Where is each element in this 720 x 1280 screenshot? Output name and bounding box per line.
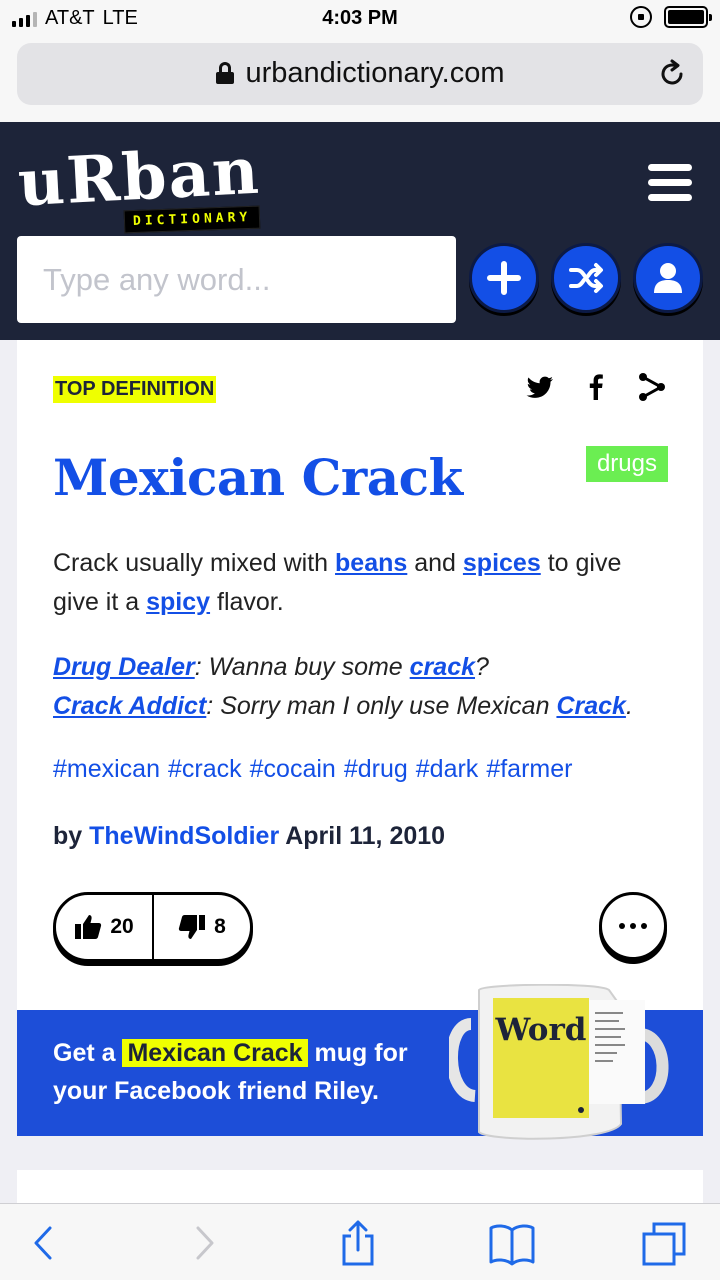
mug-promo-word: Mexican Crack [122,1039,308,1067]
hashtag-list: #mexican #crack #cocain #drug #dark #farmer [53,755,580,784]
twitter-icon[interactable] [525,372,555,402]
example-link-drug-dealer[interactable]: Drug Dealer [53,653,195,681]
definition-meaning: Crack usually mixed with beans and spice… [53,544,663,622]
tabs-icon [642,1222,686,1266]
account-button[interactable] [633,243,703,313]
example-line: Drug Dealer: Wanna buy some crack? [53,648,673,687]
status-right [630,6,712,28]
browser-bar: urbandictionary.com [0,40,720,122]
mug-image: Word [449,984,669,1140]
hashtag-link[interactable]: #drug [344,755,408,783]
back-button[interactable] [20,1220,68,1266]
category-tag[interactable]: drugs [585,446,668,482]
example-text: . [625,692,633,720]
downvote-count: 8 [214,915,226,938]
status-time: 4:03 PM [322,7,398,29]
share-button[interactable] [334,1220,382,1266]
top-definition-label: TOP DEFINITION [53,376,217,403]
definition-card: TOP DEFINITION drugs Mexican Crack Crack… [17,340,703,1140]
more-options-button[interactable] [599,892,667,960]
hashtag-link[interactable]: #cocain [250,755,336,783]
search-input[interactable] [17,236,456,323]
reload-icon[interactable] [657,59,687,89]
forward-icon [196,1226,214,1260]
mug-word-text: Word [495,1012,587,1048]
facebook-icon[interactable] [581,372,611,402]
word-title[interactable]: Mexican Crack [53,448,463,507]
battery-icon [664,6,712,28]
back-icon [34,1226,52,1260]
example-link-crack-addict[interactable]: Crack Addict [53,692,206,720]
example-link-crack[interactable]: crack [410,653,475,681]
meaning-link-spicy[interactable]: spicy [146,588,210,616]
rotation-lock-icon [630,6,652,28]
meaning-text: Crack usually mixed with [53,549,336,577]
mug-promo-text: Get a Mexican Crack mug for your Faceboo… [53,1034,433,1110]
url-text: urbandictionary.com [245,57,505,89]
mug-promo-banner[interactable]: Get a Mexican Crack mug for your Faceboo… [17,984,703,1140]
definition-example: Drug Dealer: Wanna buy some crack? Crack… [53,648,673,726]
example-text: : Sorry man I only use Mexican [206,692,557,720]
address-bar[interactable]: urbandictionary.com [17,43,703,105]
contributor-line: by TheWindSoldier April 11, 2010 [53,822,445,851]
by-label: by [53,822,83,850]
mug-promo-pre: Get a [53,1039,116,1067]
example-line: Crack Addict: Sorry man I only use Mexic… [53,687,673,726]
share-icon[interactable] [637,372,667,402]
forward-button[interactable] [180,1220,228,1266]
upvote-button[interactable]: 20 [56,895,152,959]
site-header: uRban DICTIONARY [0,122,720,340]
lock-icon [215,62,234,84]
post-date: April 11, 2010 [285,822,446,850]
menu-icon[interactable] [648,164,692,202]
meaning-link-beans[interactable]: beans [335,549,407,577]
logo-subtitle: DICTIONARY [123,205,261,234]
meaning-text: and [407,549,463,577]
share-row [525,372,667,402]
example-text: : Wanna buy some [194,653,410,681]
status-bar: AT&T LTE 4:03 PM [0,0,720,40]
tabs-button[interactable] [640,1220,688,1266]
upvote-count: 20 [110,915,134,938]
shuffle-icon [569,263,603,293]
thumbs-down-icon [179,915,206,939]
share-sheet-icon [342,1220,374,1266]
add-icon [487,261,521,295]
meaning-text: flavor. [210,588,284,616]
hashtag-link[interactable]: #mexican [53,755,160,783]
example-link-crack-2[interactable]: Crack [556,692,626,720]
hashtag-link[interactable]: #crack [168,755,242,783]
hashtag-link[interactable]: #farmer [486,755,572,783]
meaning-link-spices[interactable]: spices [463,549,541,577]
thumbs-up-icon [75,915,102,939]
user-icon [654,263,682,293]
safari-toolbar [0,1203,720,1280]
vote-group: 20 8 [53,892,253,962]
site-logo[interactable]: uRban DICTIONARY [16,134,288,234]
random-button[interactable] [551,243,621,313]
downvote-button[interactable]: 8 [152,895,250,959]
hashtag-link[interactable]: #dark [416,755,479,783]
example-text: ? [475,653,489,681]
add-button[interactable] [469,243,539,313]
bookmarks-button[interactable] [488,1220,536,1266]
book-icon [489,1224,535,1266]
author-link[interactable]: TheWindSoldier [89,822,279,850]
url-display[interactable]: urbandictionary.com [17,57,703,90]
